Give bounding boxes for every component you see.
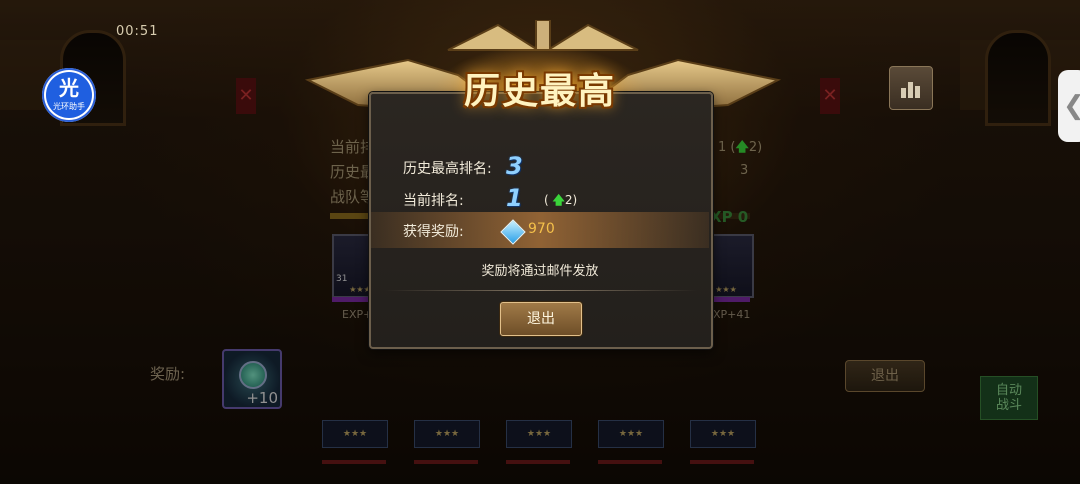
helper-label: 光环助手 xyxy=(53,102,85,111)
best-rank-value: 3 xyxy=(506,152,523,180)
rank-delta-value: 2 xyxy=(564,193,573,207)
reward-row: 获得奖励: 970 xyxy=(371,212,709,248)
best-rank-dialog: 历史最高排名: 3 当前排名: 1 ( 🡅2) 获得奖励: 970 奖励将通过邮… xyxy=(369,92,713,349)
current-rank-value: 1 xyxy=(506,184,523,212)
best-rank-label: 历史最高排名: xyxy=(403,161,492,177)
dialog-title: 历史最高 xyxy=(463,71,616,112)
timer: 00:51 xyxy=(116,24,159,39)
side-drawer-tab[interactable]: ❮ xyxy=(1058,70,1080,142)
helper-icon: 光 xyxy=(59,76,79,100)
mail-notice: 奖励将通过邮件发放 xyxy=(481,264,599,279)
reward-label: 获得奖励: xyxy=(403,224,464,240)
exit-button[interactable]: 退出 xyxy=(500,302,582,336)
current-rank-label: 当前排名: xyxy=(403,193,464,209)
ranking-chart-button[interactable] xyxy=(889,66,933,110)
reward-value: 970 xyxy=(528,221,555,237)
diamond-icon xyxy=(500,219,526,245)
divider xyxy=(385,290,697,291)
chevron-left-icon: ❮ xyxy=(1063,91,1080,121)
current-rank-delta: ( 🡅2) xyxy=(544,193,578,207)
up-arrow-icon: 🡅 xyxy=(552,193,565,207)
helper-app-button[interactable]: 光 光环助手 xyxy=(42,68,96,122)
